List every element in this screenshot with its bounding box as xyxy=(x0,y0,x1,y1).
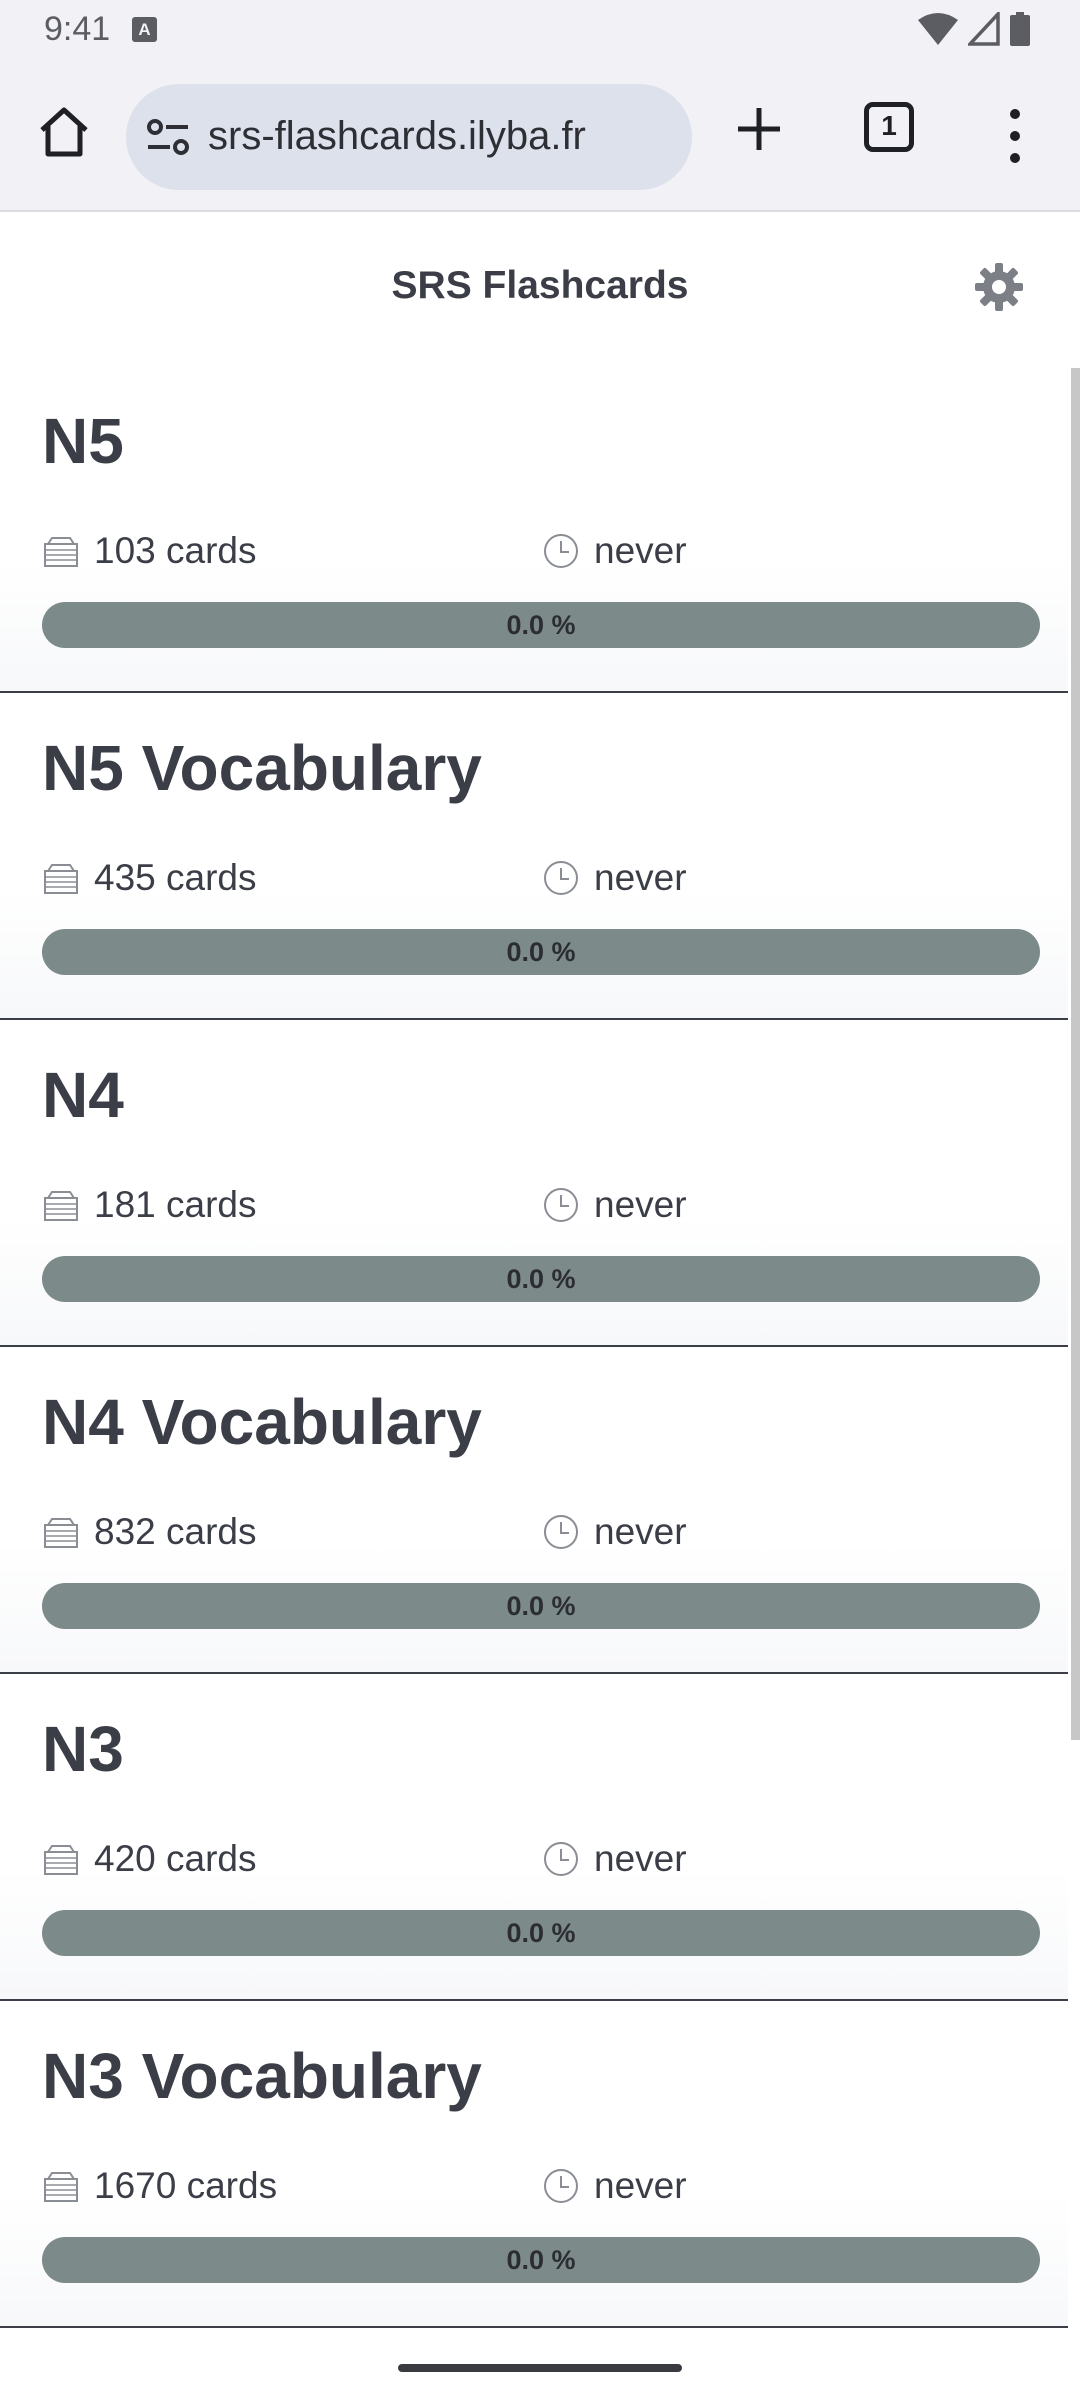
card-stack-icon xyxy=(44,864,78,894)
card-stack-icon xyxy=(44,537,78,567)
progress-label: 0.0 % xyxy=(506,2245,576,2275)
tab-switcher-icon[interactable]: 1 xyxy=(864,102,914,152)
deck-title: N4 xyxy=(42,1059,124,1131)
card-count-text: 103 cards xyxy=(94,530,257,571)
progress-label: 0.0 % xyxy=(506,1264,576,1294)
deck-last-review: never xyxy=(542,1838,687,1880)
deck-card-count: 832 cards xyxy=(42,1511,257,1553)
a-notification-icon: A xyxy=(132,17,157,42)
deck-title: N5 xyxy=(42,405,124,477)
deck-card[interactable]: N3 Vocabulary 1670 cards never 0.0 % xyxy=(0,2001,1068,2328)
card-stack-icon xyxy=(44,1518,78,1548)
status-time: 9:41 xyxy=(44,10,111,48)
deck-card-count: 435 cards xyxy=(42,857,257,899)
deck-card[interactable]: N3 420 cards never 0.0 % xyxy=(0,1674,1068,2001)
deck-last-review: never xyxy=(542,1184,687,1226)
card-count-text: 435 cards xyxy=(94,857,257,898)
progress-bar: 0.0 % xyxy=(42,1583,1040,1629)
deck-last-review: never xyxy=(542,2165,687,2207)
deck-last-review: never xyxy=(542,857,687,899)
progress-label: 0.0 % xyxy=(506,937,576,967)
last-review-text: never xyxy=(594,530,687,571)
clock-icon xyxy=(544,1515,578,1549)
battery-icon xyxy=(1010,12,1030,46)
progress-bar: 0.0 % xyxy=(42,602,1040,648)
plus-icon[interactable] xyxy=(732,102,786,156)
deck-last-review: never xyxy=(542,1511,687,1553)
gesture-navigation-bar[interactable] xyxy=(398,2364,682,2372)
progress-bar: 0.0 % xyxy=(42,929,1040,975)
wifi-icon xyxy=(918,13,958,45)
clock-icon xyxy=(544,1842,578,1876)
last-review-text: never xyxy=(594,857,687,898)
gear-icon[interactable] xyxy=(974,262,1024,312)
deck-card[interactable]: N5 Vocabulary 435 cards never 0.0 % xyxy=(0,693,1068,1020)
card-stack-icon xyxy=(44,1845,78,1875)
deck-last-review: never xyxy=(542,530,687,572)
clock-icon xyxy=(544,861,578,895)
deck-card-count: 1670 cards xyxy=(42,2165,277,2207)
clock-icon xyxy=(544,1188,578,1222)
deck-list: N5 103 cards never 0.0 % N5 Vocabulary 4… xyxy=(0,366,1068,2328)
progress-label: 0.0 % xyxy=(506,1591,576,1621)
tune-icon[interactable] xyxy=(146,117,190,157)
progress-bar: 0.0 % xyxy=(42,2237,1040,2283)
progress-label: 0.0 % xyxy=(506,610,576,640)
progress-label: 0.0 % xyxy=(506,1918,576,1948)
card-count-text: 420 cards xyxy=(94,1838,257,1879)
scrollbar[interactable] xyxy=(1071,368,1080,1740)
deck-card-count: 420 cards xyxy=(42,1838,257,1880)
home-icon[interactable] xyxy=(36,104,92,160)
clock-icon xyxy=(544,534,578,568)
deck-card[interactable]: N5 103 cards never 0.0 % xyxy=(0,366,1068,693)
last-review-text: never xyxy=(594,1838,687,1879)
more-vert-icon[interactable] xyxy=(1000,106,1030,166)
clock-icon xyxy=(544,2169,578,2203)
card-count-text: 1670 cards xyxy=(94,2165,278,2206)
deck-card[interactable]: N4 181 cards never 0.0 % xyxy=(0,1020,1068,1347)
app-header: SRS Flashcards xyxy=(0,212,1080,362)
progress-bar: 0.0 % xyxy=(42,1910,1040,1956)
deck-title: N4 Vocabulary xyxy=(42,1386,482,1458)
page-title: SRS Flashcards xyxy=(391,264,689,307)
last-review-text: never xyxy=(594,2165,687,2206)
progress-bar: 0.0 % xyxy=(42,1256,1040,1302)
card-stack-icon xyxy=(44,2172,78,2202)
signal-icon xyxy=(968,12,1000,46)
address-bar[interactable]: srs-flashcards.ilyba.fr xyxy=(126,84,692,190)
card-count-text: 181 cards xyxy=(94,1184,257,1225)
status-icons xyxy=(918,12,1030,46)
url-text[interactable]: srs-flashcards.ilyba.fr xyxy=(208,114,586,159)
deck-card[interactable]: N4 Vocabulary 832 cards never 0.0 % xyxy=(0,1347,1068,1674)
deck-card-count: 103 cards xyxy=(42,530,257,572)
card-stack-icon xyxy=(44,1191,78,1221)
deck-title: N5 Vocabulary xyxy=(42,732,482,804)
deck-title: N3 xyxy=(42,1713,124,1785)
deck-title: N3 Vocabulary xyxy=(42,2040,482,2112)
last-review-text: never xyxy=(594,1511,687,1552)
status-bar: 9:41 A xyxy=(0,0,1080,64)
last-review-text: never xyxy=(594,1184,687,1225)
card-count-text: 832 cards xyxy=(94,1511,257,1552)
deck-card-count: 181 cards xyxy=(42,1184,257,1226)
browser-toolbar: srs-flashcards.ilyba.fr 1 xyxy=(0,64,1080,212)
